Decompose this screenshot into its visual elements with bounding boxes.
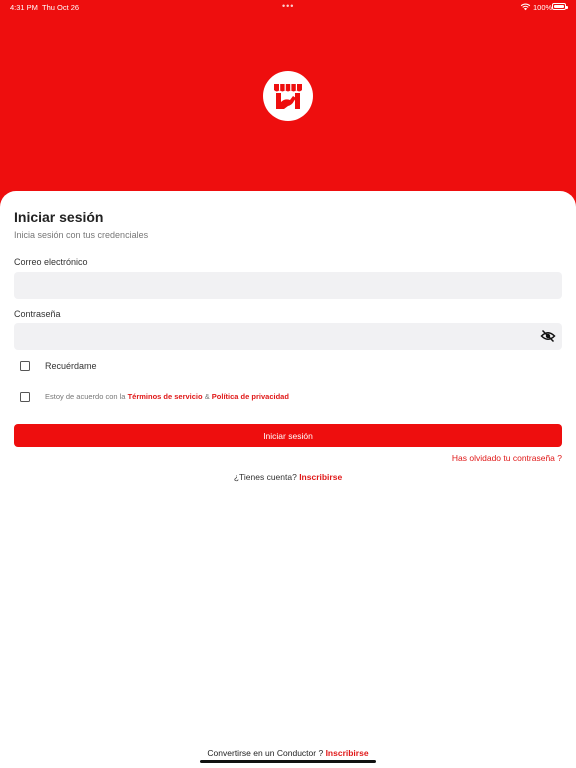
email-field[interactable]: [14, 272, 562, 299]
driver-signup-link[interactable]: Inscribirse: [326, 748, 369, 758]
storefront-logo-icon: [263, 71, 313, 121]
signup-link[interactable]: Inscribirse: [299, 472, 342, 482]
wifi-icon: [520, 3, 531, 11]
password-field[interactable]: [14, 323, 562, 350]
status-bar: 4:31 PM Thu Oct 26 ••• 100%: [0, 0, 576, 16]
terms-checkbox[interactable]: [20, 392, 30, 402]
eye-off-icon[interactable]: [540, 329, 556, 343]
no-account-text: ¿Tienes cuenta?: [233, 472, 297, 482]
terms-prefix: Estoy de acuerdo con la: [45, 392, 126, 401]
driver-text: Convertirse en un Conductor ?: [207, 748, 324, 758]
email-label: Correo electrónico: [14, 257, 88, 267]
status-time: 4:31 PM: [10, 3, 38, 12]
terms-of-service-link[interactable]: Términos de servicio: [128, 392, 203, 401]
remember-checkbox[interactable]: [20, 361, 30, 371]
privacy-policy-link[interactable]: Política de privacidad: [212, 392, 289, 401]
battery-icon: [552, 3, 568, 10]
page-subtitle: Inicia sesión con tus credenciales: [14, 230, 149, 240]
home-indicator[interactable]: [200, 760, 376, 763]
forgot-password-link[interactable]: Has olvidado tu contraseña ?: [452, 453, 562, 463]
remember-label: Recuérdame: [45, 361, 97, 371]
password-label: Contraseña: [14, 309, 61, 319]
terms-and: &: [204, 392, 210, 401]
signup-row: ¿Tienes cuenta? Inscribirse: [0, 472, 576, 482]
terms-text: Estoy de acuerdo con la Términos de serv…: [45, 392, 289, 401]
page-title: Iniciar sesión: [14, 209, 104, 225]
storefront-icon: [274, 84, 302, 109]
login-button[interactable]: Iniciar sesión: [14, 424, 562, 447]
multitask-dots-icon[interactable]: •••: [282, 1, 294, 11]
battery-percent: 100%: [533, 3, 553, 12]
status-date: Thu Oct 26: [42, 3, 80, 12]
driver-signup-row: Convertirse en un Conductor ? Inscribirs…: [0, 748, 576, 758]
